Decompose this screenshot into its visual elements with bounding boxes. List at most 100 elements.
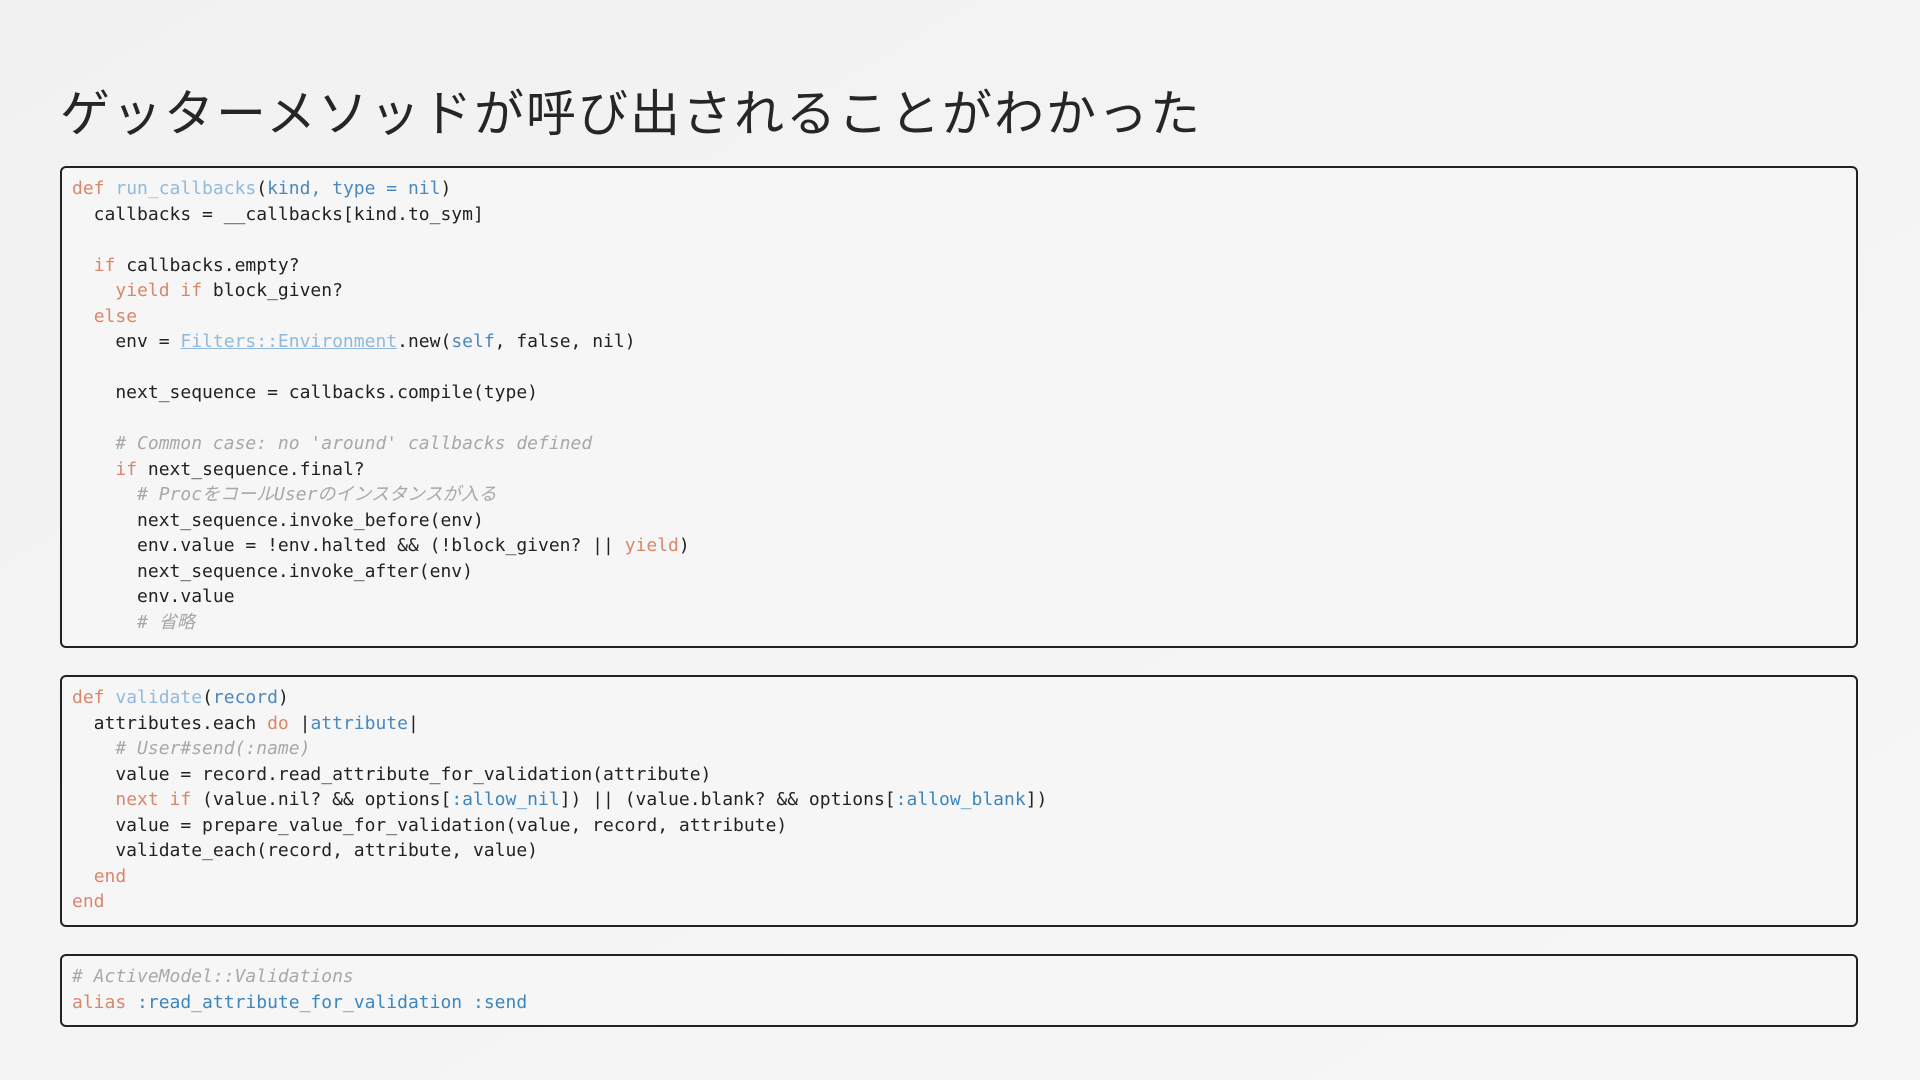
code-token: ) bbox=[678, 535, 690, 556]
code-line: # Common case: no 'around' callbacks def… bbox=[72, 431, 1846, 457]
code-token: callbacks.empty? bbox=[115, 254, 300, 276]
slide-title: ゲッターメソッドが呼び出されることがわかった bbox=[60, 85, 1202, 143]
code-listing: def run_callbacks(kind, type = nil) call… bbox=[72, 176, 1846, 635]
code-token: if bbox=[115, 458, 138, 480]
code-token: record bbox=[212, 687, 278, 708]
code-line: env.value = !env.halted && (!block_given… bbox=[72, 533, 1846, 559]
code-token: callbacks = __callbacks[kind.to_sym] bbox=[72, 203, 484, 225]
code-token: next_sequence.invoke_before(env) bbox=[72, 509, 484, 531]
code-block-validate: def validate(record) attributes.each do … bbox=[60, 675, 1858, 927]
code-token: def bbox=[72, 687, 105, 708]
code-line: # ActiveModel::Validations bbox=[72, 964, 1846, 990]
code-token: value = record.read_attribute_for_valida… bbox=[72, 763, 712, 785]
code-line: alias :read_attribute_for_validation :se… bbox=[72, 990, 1846, 1016]
code-line: next_sequence.invoke_before(env) bbox=[72, 508, 1846, 534]
code-token: env.value = !env.halted && (!block_given… bbox=[72, 535, 625, 556]
code-token: attribute bbox=[310, 712, 408, 734]
code-line: next if (value.nil? && options[:allow_ni… bbox=[72, 787, 1846, 813]
code-token: :allow_blank bbox=[895, 789, 1026, 810]
code-line: env.value bbox=[72, 584, 1846, 610]
code-token: validate bbox=[115, 687, 203, 708]
code-token: # 省略 bbox=[137, 611, 195, 633]
code-token: value = prepare_value_for_validation(val… bbox=[72, 814, 788, 836]
code-line: # User#send(:name) bbox=[72, 736, 1846, 762]
code-token: def bbox=[72, 178, 105, 199]
code-token: env = bbox=[72, 331, 181, 352]
code-token: # Common case: no 'around' callbacks def… bbox=[115, 433, 593, 454]
code-token: kind, type = nil bbox=[267, 178, 441, 199]
code-token: do bbox=[267, 712, 289, 734]
code-token: attributes.each bbox=[72, 712, 268, 734]
code-line: env = Filters::Environment.new(self, fal… bbox=[72, 329, 1846, 355]
code-line: next_sequence = callbacks.compile(type) bbox=[72, 380, 1846, 406]
code-token: env.value bbox=[72, 586, 235, 607]
code-token: :allow_nil bbox=[451, 789, 560, 810]
code-token: :read_attribute_for_validation :send bbox=[137, 991, 528, 1013]
code-line: attributes.each do |attribute| bbox=[72, 711, 1846, 737]
code-token: block_given? bbox=[202, 280, 343, 301]
code-token: ]) bbox=[1025, 789, 1048, 810]
code-line: value = prepare_value_for_validation(val… bbox=[72, 813, 1846, 839]
code-token: , false, nil) bbox=[494, 331, 636, 352]
code-token: | bbox=[408, 712, 419, 734]
code-token: next_sequence.invoke_after(env) bbox=[72, 560, 473, 582]
code-line: yield if block_given? bbox=[72, 278, 1846, 304]
code-line: value = record.read_attribute_for_valida… bbox=[72, 762, 1846, 788]
code-line: if callbacks.empty? bbox=[72, 253, 1846, 279]
code-token: ) bbox=[440, 178, 452, 199]
code-link[interactable]: Filters::Environment bbox=[180, 331, 397, 352]
code-line: def validate(record) bbox=[72, 685, 1846, 711]
code-token: yield if bbox=[115, 280, 203, 301]
code-block-alias: # ActiveModel::Validationsalias :read_at… bbox=[60, 954, 1858, 1027]
code-token: ( bbox=[256, 178, 268, 199]
code-line: callbacks = __callbacks[kind.to_sym] bbox=[72, 202, 1846, 228]
code-token: ) bbox=[277, 687, 289, 708]
code-line: end bbox=[72, 889, 1846, 915]
code-line: # ProcをコールUserのインスタンスが入る bbox=[72, 482, 1846, 508]
code-token: else bbox=[93, 305, 138, 327]
code-token: # User#send(:name) bbox=[115, 738, 311, 759]
code-token: self bbox=[451, 331, 495, 352]
code-token: end bbox=[93, 865, 127, 887]
code-line: end bbox=[72, 864, 1846, 890]
code-line: validate_each(record, attribute, value) bbox=[72, 838, 1846, 864]
code-block-run-callbacks: def run_callbacks(kind, type = nil) call… bbox=[60, 166, 1858, 648]
code-token: run_callbacks bbox=[115, 178, 257, 199]
code-token: next if bbox=[115, 789, 192, 810]
code-token: next_sequence.final? bbox=[137, 458, 365, 480]
code-line: def run_callbacks(kind, type = nil) bbox=[72, 176, 1846, 202]
code-line: # 省略 bbox=[72, 610, 1846, 636]
code-listing: def validate(record) attributes.each do … bbox=[72, 685, 1846, 915]
code-token: ( bbox=[202, 687, 213, 708]
code-token: end bbox=[72, 891, 105, 912]
code-line: else bbox=[72, 304, 1846, 330]
code-token: alias bbox=[72, 991, 127, 1013]
code-line: if next_sequence.final? bbox=[72, 457, 1846, 483]
code-token: # ActiveModel::Validations bbox=[72, 966, 354, 987]
code-token: if bbox=[93, 254, 116, 276]
code-token: # ProcをコールUserのインスタンスが入る bbox=[137, 484, 497, 505]
code-token: (value.nil? && options[ bbox=[191, 789, 452, 810]
code-token: .new( bbox=[397, 331, 452, 352]
code-token: | bbox=[288, 712, 311, 734]
code-token: yield bbox=[624, 535, 679, 556]
code-line: next_sequence.invoke_after(env) bbox=[72, 559, 1846, 585]
code-token: next_sequence = callbacks.compile(type) bbox=[72, 382, 538, 403]
code-token: validate_each(record, attribute, value) bbox=[72, 840, 538, 861]
